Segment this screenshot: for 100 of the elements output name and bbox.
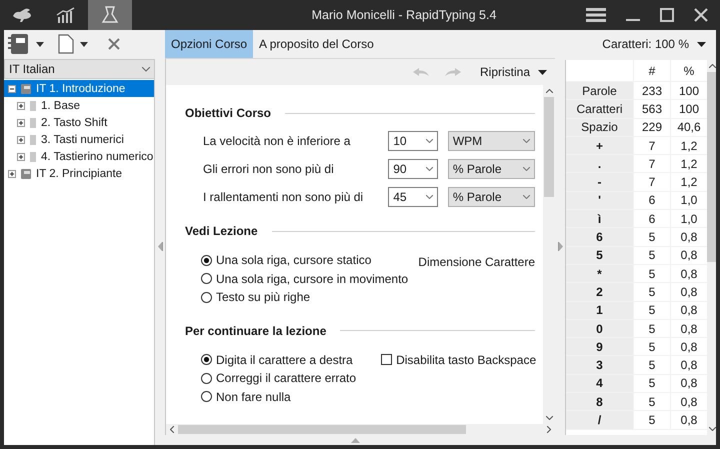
splitter-grip-icon[interactable] <box>351 438 360 442</box>
radio-button[interactable] <box>201 354 212 366</box>
section-heading: Per continuare la lezione <box>185 324 326 338</box>
chevron-icon <box>523 139 530 143</box>
row-header: 3 <box>566 356 633 374</box>
delete-icon[interactable] <box>108 38 120 50</box>
maximize-icon[interactable] <box>660 8 674 22</box>
expand-icon[interactable] <box>17 118 25 126</box>
table-cell: 5 <box>633 393 670 410</box>
scroll-right-icon[interactable] <box>547 426 551 433</box>
chevron-icon <box>426 195 433 199</box>
horizontal-scrollbar[interactable] <box>166 424 555 435</box>
caret-icon <box>538 70 547 74</box>
radio-option[interactable]: Digita il carattere a destra <box>201 350 356 369</box>
radio-button[interactable] <box>201 372 212 384</box>
reset-dropdown[interactable]: Ripristina <box>480 65 547 79</box>
tab[interactable]: Opzioni Corso <box>165 30 254 58</box>
chart-icon <box>56 7 76 23</box>
row-header: - <box>566 173 633 191</box>
checkbox[interactable] <box>381 354 392 366</box>
table-cell: 5 <box>633 338 670 356</box>
table-cell: 7 <box>633 155 670 172</box>
radio-option[interactable]: Testo su più righe <box>201 288 408 306</box>
unit-dropdown[interactable]: % Parole <box>448 187 535 207</box>
goal-label: Gli errori non sono più di <box>203 162 335 176</box>
tree-item[interactable]: IT 1. Introduzione <box>4 80 154 97</box>
window-title: Mario Monicelli - RapidTyping 5.4 <box>310 8 498 22</box>
radio-option[interactable]: Non fare nulla <box>201 388 356 406</box>
section-heading: Vedi Lezione <box>185 224 258 238</box>
row-header: 4 <box>566 374 633 392</box>
scroll-left-icon[interactable] <box>170 426 174 433</box>
chevron-icon <box>142 66 150 72</box>
nav-tab[interactable] <box>88 0 132 30</box>
table-cell: 5 <box>633 228 670 246</box>
table-cell: 5 <box>633 264 670 282</box>
row-header: 8 <box>566 393 633 410</box>
row-header: ì <box>566 210 633 228</box>
radio-option[interactable]: Una sola riga, cursore in movimento <box>201 270 408 288</box>
table-cell: 5 <box>633 246 670 264</box>
unit-dropdown[interactable]: % Parole <box>448 159 535 179</box>
notebook-icon[interactable] <box>8 33 30 55</box>
radio-button[interactable] <box>201 254 212 266</box>
row-header: 2 <box>566 283 633 301</box>
radio-button[interactable] <box>201 273 212 284</box>
table-cell: 6 <box>633 210 670 228</box>
row-header: + <box>566 136 633 154</box>
row-header: ' <box>566 192 633 210</box>
radio-option[interactable]: Una sola riga, cursore statico <box>201 251 408 270</box>
tree-item[interactable]: 2. Tasto Shift <box>4 114 154 131</box>
expand-icon[interactable] <box>17 136 25 144</box>
radio-option[interactable]: Correggi il carattere errato <box>201 369 356 388</box>
row-header: Parole <box>566 82 633 100</box>
unit-dropdown[interactable]: WPM <box>448 131 535 151</box>
document-icon[interactable] <box>58 34 74 54</box>
font-scale-dropdown[interactable]: Caratteri: 100 % <box>602 30 716 58</box>
scroll-up-icon[interactable] <box>708 64 716 68</box>
tree-item[interactable]: 4. Tastierino numerico <box>4 148 154 165</box>
goal-label: I rallentamenti non sono più di <box>203 190 364 204</box>
table-cell: 563 <box>633 100 670 118</box>
row-header: 0 <box>566 320 633 338</box>
scroll-thumb[interactable] <box>544 97 554 197</box>
table-cell: 6 <box>633 192 670 210</box>
scroll-down-icon[interactable] <box>708 427 716 431</box>
row-header: Spazio <box>566 118 633 136</box>
row-header: * <box>566 264 633 282</box>
tab[interactable]: A proposito del Corso <box>253 30 380 58</box>
scroll-thumb[interactable] <box>178 425 466 434</box>
value-dropdown[interactable]: 10 <box>388 131 438 151</box>
page-icon <box>29 134 37 146</box>
caret-icon[interactable] <box>80 42 88 46</box>
collapse-icon[interactable] <box>8 84 16 92</box>
expand-icon[interactable] <box>8 170 16 178</box>
scroll-down-icon[interactable] <box>546 416 552 420</box>
scroll-thumb[interactable] <box>707 72 716 262</box>
expand-icon[interactable] <box>17 102 25 110</box>
radio-button[interactable] <box>201 292 212 303</box>
row-header: 9 <box>566 338 633 356</box>
table-cell: 5 <box>633 320 670 338</box>
section-heading: Obiettivi Corso <box>185 106 272 120</box>
expand-icon[interactable] <box>17 152 25 160</box>
tree-item[interactable]: IT 2. Principiante <box>4 165 154 182</box>
close-icon[interactable] <box>694 8 708 22</box>
value-dropdown[interactable]: 45 <box>388 187 438 207</box>
tree-item[interactable]: 1. Base <box>4 97 154 114</box>
table-cell: 7 <box>633 173 670 191</box>
course-dropdown[interactable]: IT Italian <box>4 59 155 79</box>
row-header: 1 <box>566 302 633 319</box>
tree-item[interactable]: 3. Tasti numerici <box>4 131 154 148</box>
row-header: Caratteri <box>566 100 633 118</box>
table-cell: 233 <box>633 82 670 100</box>
splitter-grip-icon[interactable] <box>158 242 162 251</box>
value-dropdown[interactable]: 90 <box>388 159 438 179</box>
checkbox-option[interactable]: Disabilita tasto Backspace <box>381 350 536 369</box>
splitter-grip-icon[interactable] <box>558 242 562 251</box>
table-cell: 5 <box>633 283 670 301</box>
radio-button[interactable] <box>201 391 212 402</box>
goal-label: La velocità non è inferiore a <box>203 134 352 148</box>
menu-icon[interactable] <box>586 7 606 23</box>
caret-icon[interactable] <box>36 42 44 46</box>
scroll-up-icon[interactable] <box>546 89 552 93</box>
